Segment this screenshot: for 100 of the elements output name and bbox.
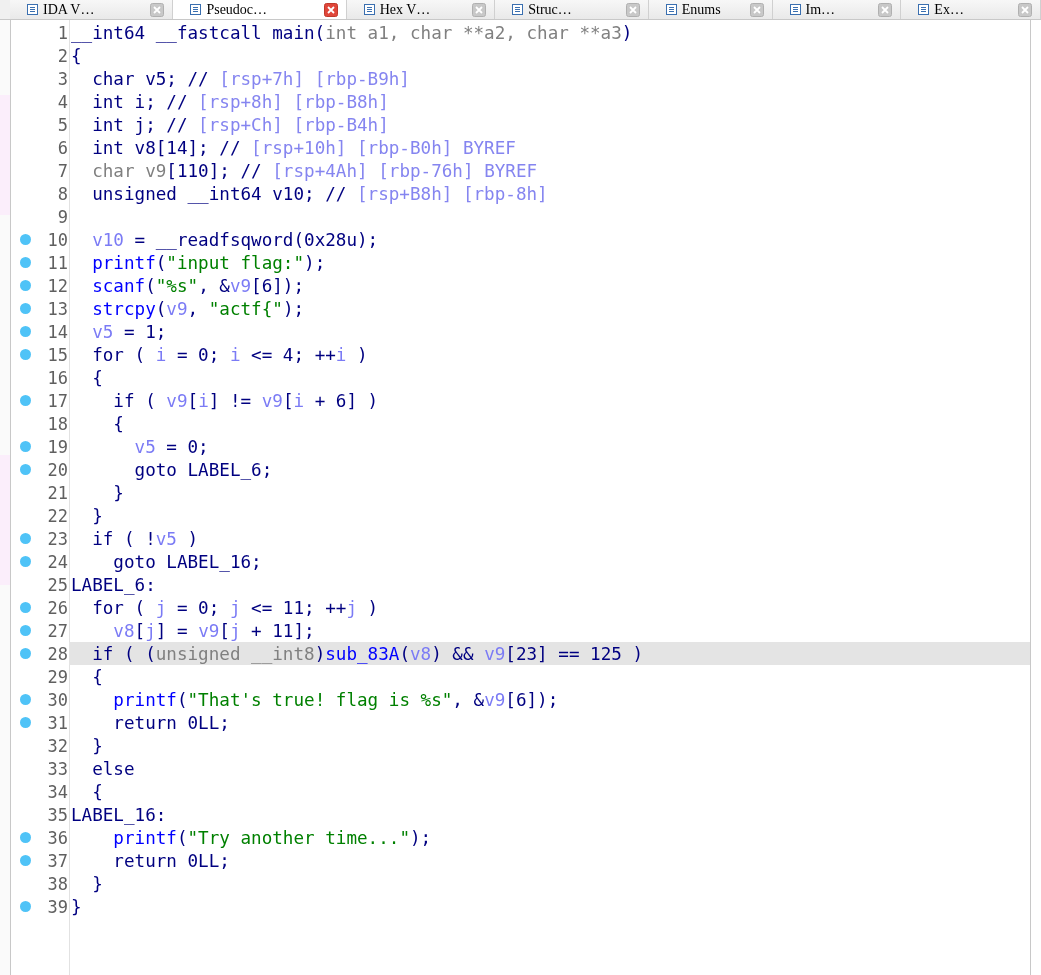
breakpoint-dot[interactable]: [20, 533, 31, 544]
line-number: 36: [47, 827, 69, 848]
code-line: for ( i = 0; i <= 4; ++i ): [91, 344, 368, 365]
code-line: char v5; // [rsp+7h] [rbp-B9h]: [91, 68, 410, 89]
code-line: if ( (unsigned __int8)sub_83A(v8) && v9[23] == 125 ): [91, 643, 644, 664]
tab[interactable]: IDA V…: [10, 0, 174, 19]
breakpoint-dot[interactable]: [20, 901, 31, 912]
code-line: {: [91, 781, 103, 802]
code-line: int j; // [rsp+Ch] [rbp-B4h]: [91, 114, 389, 135]
line-number: 15: [47, 344, 69, 365]
code-line: }: [91, 735, 103, 756]
line-number: 13: [47, 298, 69, 319]
code-line: goto LABEL_16;: [112, 551, 262, 572]
code-line: v10 = __readfsqword(0x28u);: [91, 229, 379, 250]
tab[interactable]: Hex V…: [346, 0, 496, 19]
line-number: 37: [47, 850, 69, 871]
code-line: {: [70, 45, 82, 66]
line-number: 31: [47, 712, 69, 733]
code-line: }: [91, 505, 103, 526]
code-line: int v8[14]; // [rsp+10h] [rbp-B0h] BYREF: [91, 137, 516, 158]
code-line: return 0LL;: [112, 712, 230, 733]
document-icon: [189, 3, 203, 16]
code-line: {: [112, 413, 124, 434]
line-number: 17: [47, 390, 69, 411]
line-number: 10: [47, 229, 69, 250]
line-number: 16: [47, 367, 69, 388]
code-line: scanf("%s", &v9[6]);: [91, 275, 305, 296]
line-number: 19: [47, 436, 69, 457]
code-line: if ( !v5 ): [91, 528, 199, 549]
line-number: 5: [57, 114, 69, 135]
tab[interactable]: Pseudoc…: [173, 0, 347, 19]
document-icon: [511, 3, 525, 16]
line-number: 35: [47, 804, 69, 825]
breakpoint-dot[interactable]: [20, 349, 31, 360]
code-line: int i; // [rsp+8h] [rbp-B8h]: [91, 91, 389, 112]
line-number: 14: [47, 321, 69, 342]
line-number: 26: [47, 597, 69, 618]
code-line: }: [91, 873, 103, 894]
breakpoint-dot[interactable]: [20, 855, 31, 866]
breakpoint-dot[interactable]: [20, 326, 31, 337]
line-number: 12: [47, 275, 69, 296]
line-number: 3: [57, 68, 69, 89]
breakpoint-dot[interactable]: [20, 234, 31, 245]
breakpoint-dot[interactable]: [20, 648, 31, 659]
code-line: else: [91, 758, 135, 779]
code-line: printf("input flag:");: [91, 252, 326, 273]
line-number: 29: [47, 666, 69, 687]
code-line: LABEL_6:: [70, 574, 156, 595]
line-number: 28: [47, 643, 69, 664]
code-line: for ( j = 0; j <= 11; ++j ): [91, 597, 379, 618]
document-icon: [362, 3, 376, 16]
line-number: 32: [47, 735, 69, 756]
breakpoint-dot[interactable]: [20, 395, 31, 406]
breakpoint-dot[interactable]: [20, 303, 31, 314]
breakpoint-dot[interactable]: [20, 717, 31, 728]
code-line: strcpy(v9, "actf{");: [91, 298, 305, 319]
breakpoint-dot[interactable]: [20, 257, 31, 268]
code-line: __int64 __fastcall main(int a1, char **a2, char **a3): [70, 22, 633, 43]
line-number: 23: [47, 528, 69, 549]
line-number: 27: [47, 620, 69, 641]
line-number: 4: [57, 91, 69, 112]
tab[interactable]: Ex…: [901, 0, 1041, 19]
code-line: printf("Try another time...");: [112, 827, 432, 848]
breakpoint-dot[interactable]: [20, 441, 31, 452]
breakpoint-dot[interactable]: [20, 464, 31, 475]
code-line: v8[j] = v9[j + 11];: [112, 620, 315, 641]
document-icon: [917, 3, 931, 16]
code-line: v5 = 1;: [91, 321, 167, 342]
line-number: 8: [57, 183, 69, 204]
line-number: 1: [57, 22, 69, 43]
tab[interactable]: Im…: [772, 0, 902, 19]
line-number: 21: [47, 482, 69, 503]
breakpoint-dot[interactable]: [20, 694, 31, 705]
breakpoint-dot[interactable]: [20, 832, 31, 843]
line-number: 11: [47, 252, 69, 273]
tab[interactable]: Enums: [648, 0, 773, 19]
breakpoint-dot[interactable]: [20, 280, 31, 291]
line-number: 2: [57, 45, 69, 66]
line-number: 30: [47, 689, 69, 710]
line-number: 9: [57, 206, 69, 227]
document-icon: [26, 3, 39, 16]
line-number: 39: [47, 896, 69, 917]
breakpoint-dot[interactable]: [20, 556, 31, 567]
code-line: printf("That's true! flag is %s", &v9[6]);: [112, 689, 559, 710]
code-line: {: [91, 666, 103, 687]
code-line: {: [91, 367, 103, 388]
code-line: char v9[110]; // [rsp+4Ah] [rbp-76h] BYREF: [91, 160, 538, 181]
close-icon[interactable]: [323, 2, 338, 17]
breakpoint-dot[interactable]: [20, 602, 31, 613]
line-number: 18: [47, 413, 69, 434]
code-line: unsigned __int64 v10; // [rsp+B8h] [rbp-8h]: [91, 183, 548, 204]
line-number: 25: [47, 574, 69, 595]
line-number: 38: [47, 873, 69, 894]
document-icon: [788, 3, 802, 16]
breakpoint-dot[interactable]: [20, 625, 31, 636]
code-line: v5 = 0;: [133, 436, 209, 457]
line-number: 22: [47, 505, 69, 526]
line-number: 20: [47, 459, 69, 480]
code-line: if ( v9[i] != v9[i + 6] ): [112, 390, 379, 411]
tab[interactable]: Struc…: [495, 0, 649, 19]
